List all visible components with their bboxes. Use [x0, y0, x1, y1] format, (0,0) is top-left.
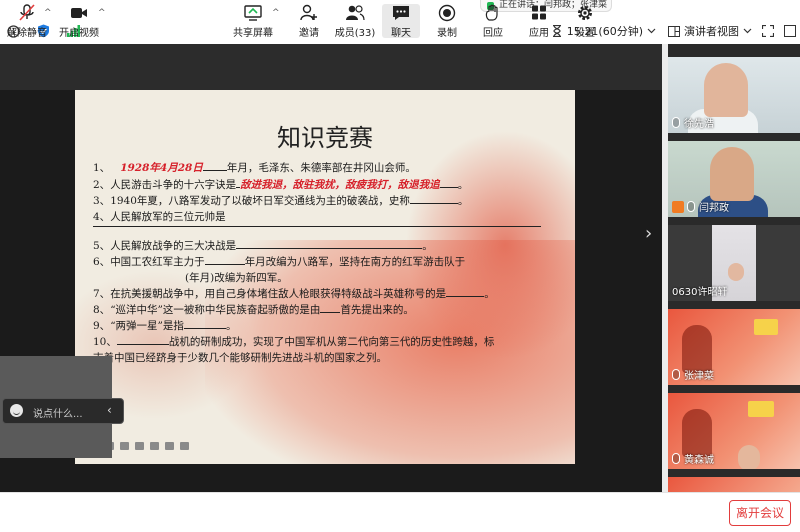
start-video-button[interactable]: 开启视频 ^	[52, 4, 106, 39]
chat-bubble-icon	[393, 6, 409, 20]
collapse-chevron-icon[interactable]: ‹	[107, 403, 112, 417]
slide-controls[interactable]	[105, 442, 189, 450]
participant-tile[interactable]: 黄森诚	[668, 393, 800, 469]
question-8: 8、“巡洋中华”这一被称中华民族奋起骄傲的是由 首先提出来的。	[93, 304, 414, 316]
members-icon	[346, 5, 365, 21]
question-2: 2、人民游击斗争的十六字诀是 敌进我退，敌驻我扰，敌疲我打，敌退我追。	[93, 179, 469, 191]
mic-icon	[687, 201, 695, 212]
chevron-down-icon	[743, 28, 752, 34]
view-mode-label: 演讲者视图	[684, 25, 739, 38]
shared-slide: 知识竞赛 1、 1928年4月28日 年月，毛泽东、朱德率部在井冈山会师。 2、人民…	[75, 90, 575, 464]
record-icon	[438, 4, 456, 22]
question-10-cont: 志着中国已经跻身于少数几个能够研制先进战斗机的国家之列。	[93, 352, 387, 364]
question-10: 10、 战机的研制成功，实现了中国军机从第二代向第三代的历史性跨越，标	[93, 336, 495, 348]
participant-tile[interactable]	[668, 477, 800, 492]
chat-placeholder: 说点什么...	[33, 409, 83, 420]
window-icon[interactable]	[784, 25, 796, 37]
question-1: 1、 1928年4月28日 年月，毛泽东、朱德率部在井冈山会师。	[93, 162, 416, 174]
bottom-toolbar	[0, 492, 800, 532]
slide-title: 知识竞赛	[277, 124, 373, 152]
video-camera-icon	[71, 8, 87, 18]
emoji-icon[interactable]	[10, 404, 23, 417]
participant-name: 闫邦政	[699, 203, 729, 214]
participant-name: 张津菜	[684, 371, 714, 382]
chat-button[interactable]: 聊天	[382, 4, 420, 39]
fit-icon[interactable]	[165, 442, 174, 450]
handwritten-answer: 1928年4月28日	[120, 162, 203, 174]
question-9: 9、“两弹一星”是指。	[93, 320, 237, 332]
share-screen-button[interactable]: 共享屏幕 ^	[226, 4, 280, 39]
more-icon[interactable]	[180, 442, 189, 450]
question-5: 5、人民解放战争的三大决战是。	[93, 240, 433, 252]
participant-tile-active[interactable]: 闫邦政	[668, 141, 800, 217]
question-7: 7、在抗美援朝战争中，用自己身体堵住敌人枪眼获得特级战斗英雄称号的是。	[93, 288, 495, 300]
members-button[interactable]: 成员(33)	[328, 4, 382, 39]
participant-tile[interactable]: 张津菜	[668, 309, 800, 385]
participant-name: 徐先浩	[684, 119, 714, 130]
grid-view-icon	[668, 25, 680, 37]
apps-grid-icon	[532, 5, 546, 20]
gallery-icon[interactable]	[150, 442, 159, 450]
raise-hand-icon	[485, 4, 498, 21]
leave-meeting-button[interactable]: 离开会议	[729, 500, 791, 526]
question-3: 3、1940年夏，八路军发动了以破坏日军交通线为主的破袭战，史称。	[93, 195, 469, 207]
page-icon[interactable]	[120, 442, 129, 450]
add-user-icon	[300, 4, 317, 21]
participant-name: 0630许昭轩	[672, 287, 728, 298]
mic-icon	[672, 369, 680, 380]
chevron-down-icon[interactable]	[647, 28, 656, 34]
chevron-up-icon[interactable]: ^	[98, 8, 106, 18]
mic-icon	[672, 453, 680, 464]
thumbnail-icon[interactable]	[135, 442, 144, 450]
chat-input[interactable]: 说点什么... ‹	[2, 398, 124, 424]
mic-muted-icon	[19, 4, 35, 21]
fullscreen-icon[interactable]	[762, 25, 774, 37]
gear-icon	[578, 6, 592, 20]
handwritten-answer: 敌进我退，敌驻我扰，敌疲我打，敌退我追	[240, 179, 440, 191]
participant-name: 黄森诚	[684, 455, 714, 466]
question-6: 6、中国工农红军主力于 年月改编为八路军，坚持在南方的红军游击队于	[93, 256, 466, 268]
settings-button[interactable]: 设置	[558, 4, 612, 39]
next-page-arrow-icon[interactable]: ›	[645, 223, 652, 244]
question-6-cont: (年月)改编为新四军。	[185, 272, 288, 284]
participant-tile[interactable]: 0630许昭轩	[668, 225, 800, 301]
participant-tile[interactable]: 徐先浩	[668, 57, 800, 133]
unmute-button[interactable]: 解除静音 ^	[0, 4, 54, 39]
mic-icon	[672, 117, 680, 128]
chevron-up-icon[interactable]: ^	[272, 8, 280, 18]
chevron-up-icon[interactable]: ^	[44, 8, 52, 18]
host-icon	[672, 200, 684, 213]
view-mode-button[interactable]: 演讲者视图	[668, 23, 762, 39]
share-screen-icon	[244, 5, 262, 21]
question-4: 4、人民解放军的三位元帅是	[93, 211, 226, 223]
